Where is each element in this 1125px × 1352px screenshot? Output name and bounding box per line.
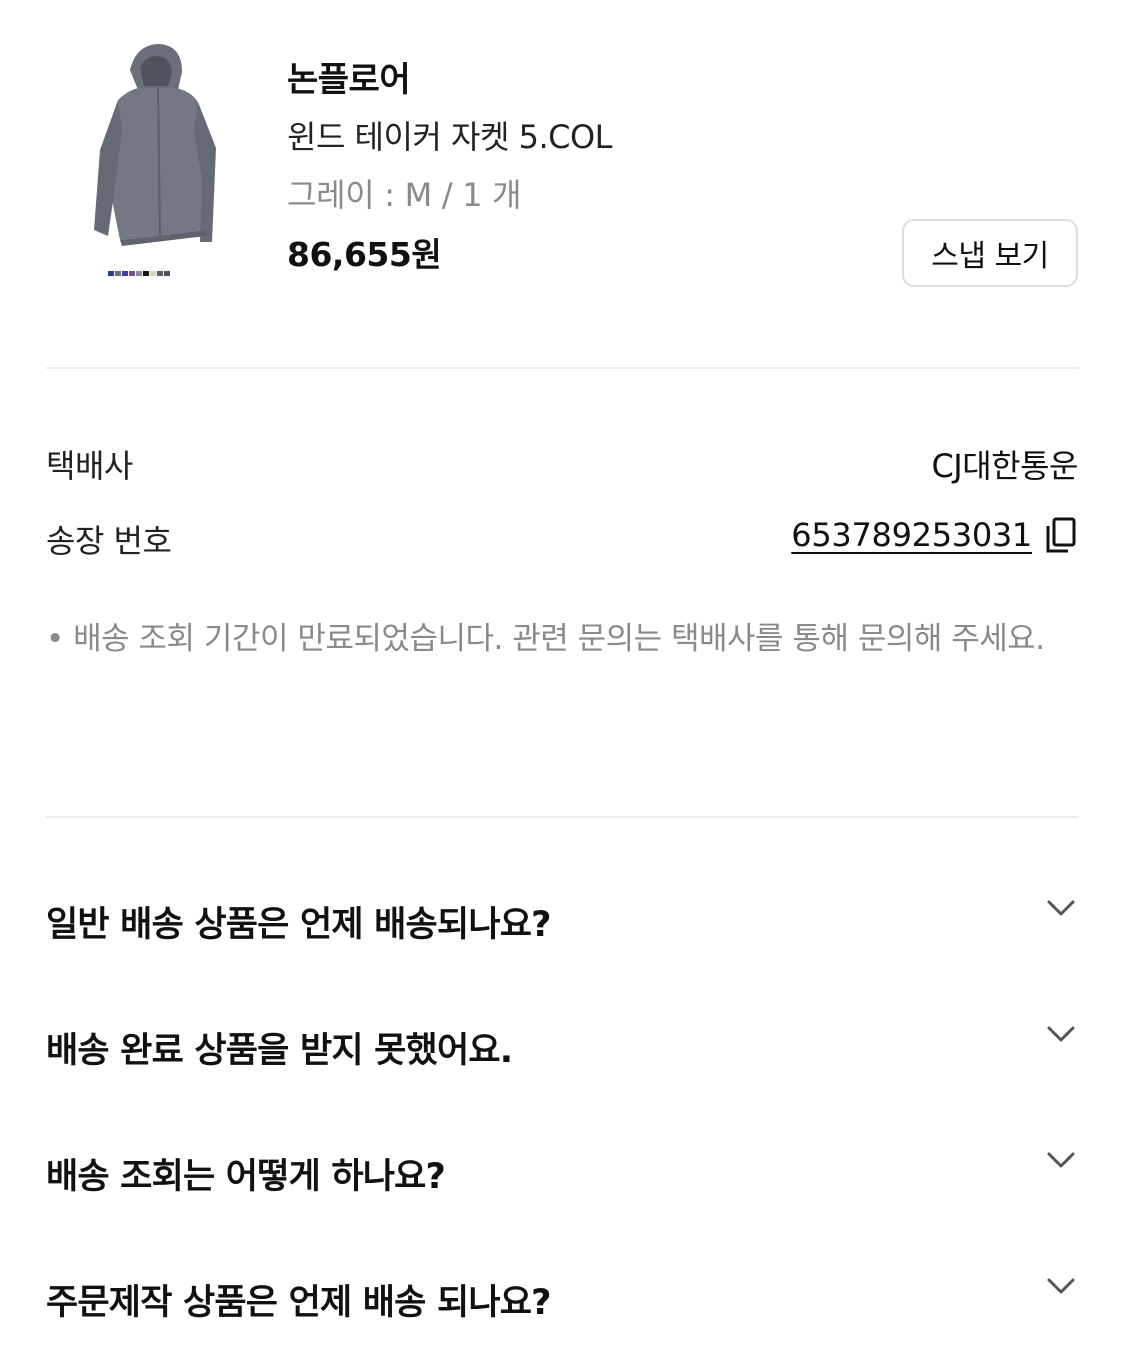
faq-question[interactable]: 일반 배송 상품은 언제 배송되나요? xyxy=(46,896,551,947)
chevron-down-icon[interactable] xyxy=(1045,1018,1077,1050)
faq-item[interactable]: 배송 조회는 어떻게 하나요? xyxy=(46,1148,1079,1208)
product-name[interactable]: 윈드 테이커 자켓 5.COL xyxy=(287,112,613,158)
copy-icon[interactable] xyxy=(1044,516,1078,554)
courier-value: CJ대한통운 xyxy=(931,447,1078,485)
courier-label: 택배사 xyxy=(46,447,133,485)
hooded-jacket-image xyxy=(94,44,216,276)
faq-question[interactable]: 배송 조회는 어떻게 하나요? xyxy=(46,1148,446,1199)
product-option: 그레이 : M / 1 개 xyxy=(287,176,522,214)
faq-question[interactable]: 배송 완료 상품을 받지 못했어요. xyxy=(46,1022,513,1073)
tracking-number[interactable]: 653789253031 xyxy=(791,516,1032,554)
shipping-notice: • 배송 조회 기간이 만료되었습니다. 관련 문의는 택배사를 통해 문의해 … xyxy=(46,621,1045,657)
tracking-label: 송장 번호 xyxy=(46,522,172,560)
snap-view-button[interactable]: 스냅 보기 xyxy=(902,219,1078,287)
faq-item[interactable]: 주문제작 상품은 언제 배송 되나요? xyxy=(46,1274,1079,1334)
faq-item[interactable]: 일반 배송 상품은 언제 배송되나요? xyxy=(46,896,1079,956)
tracking-number-row[interactable]: 653789253031 xyxy=(791,516,1078,554)
chevron-down-icon[interactable] xyxy=(1045,1144,1077,1176)
product-price: 86,655원 xyxy=(287,235,442,274)
product-thumbnail[interactable] xyxy=(78,30,253,290)
divider xyxy=(46,816,1079,818)
faq-question[interactable]: 주문제작 상품은 언제 배송 되나요? xyxy=(46,1274,551,1325)
chevron-down-icon[interactable] xyxy=(1045,892,1077,924)
chevron-down-icon[interactable] xyxy=(1045,1270,1077,1302)
brand-name[interactable]: 논플로어 xyxy=(287,52,411,101)
product-summary: 논플로어 윈드 테이커 자켓 5.COL 그레이 : M / 1 개 86,65… xyxy=(0,0,1125,330)
faq-item[interactable]: 배송 완료 상품을 받지 못했어요. xyxy=(46,1022,1079,1082)
divider xyxy=(46,367,1079,369)
